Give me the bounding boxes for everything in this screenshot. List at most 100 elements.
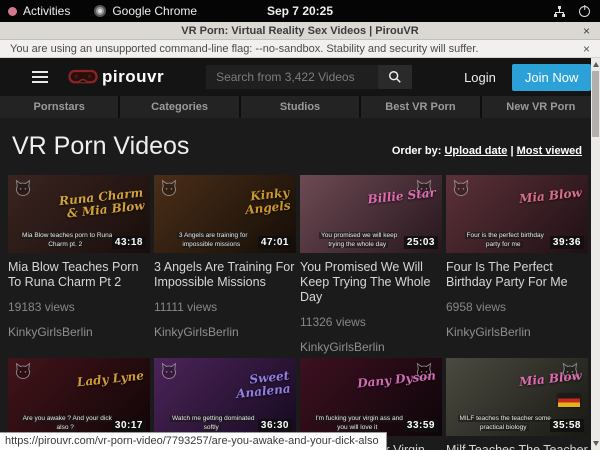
studio-link[interactable]: KinkyGirlsBerlin (446, 325, 588, 339)
view-count: 19183 views (8, 300, 150, 314)
studio-cat-mask-icon (451, 179, 471, 197)
warning-close-icon[interactable]: × (583, 42, 590, 56)
order-by-controls: Order by: Upload date | Most viewed (392, 145, 582, 161)
window-titlebar: VR Porn: Virtual Reality Sex Videos | Pi… (0, 22, 600, 40)
studio-cat-mask-icon (13, 362, 33, 380)
system-top-bar: Activities Google Chrome Sep 7 20:25 (0, 0, 600, 22)
thumbnail-performer-name: Sweet Analena (201, 369, 291, 403)
duration-badge: 43:18 (112, 236, 146, 249)
browser-viewport: pirouvr Login Join Now Pornstars Categor… (0, 58, 600, 450)
german-flag-icon (558, 394, 580, 407)
duration-badge: 36:30 (258, 419, 292, 432)
nav-item-new-vr-porn[interactable]: New VR Porn (482, 96, 600, 118)
video-title[interactable]: Milf Teaches The Teacher Some Practical … (446, 443, 588, 450)
studio-cat-mask-icon (13, 179, 33, 197)
video-card[interactable]: Mia Blow Four is the perfect birthday pa… (446, 175, 588, 354)
duration-badge: 25:03 (404, 236, 438, 249)
nav-item-pornstars[interactable]: Pornstars (0, 96, 118, 118)
scrollbar-down-arrow-icon[interactable] (593, 441, 599, 446)
menu-hamburger-icon[interactable] (32, 71, 48, 83)
focused-app-label: Google Chrome (112, 4, 197, 18)
thumbnail-caption: Four is the perfect birthday party for m… (457, 231, 551, 251)
studio-cat-mask-icon (159, 179, 179, 197)
activities-button[interactable]: Activities (23, 4, 70, 18)
video-title[interactable]: Four Is The Perfect Birthday Party For M… (446, 260, 588, 290)
order-by-upload-date-link[interactable]: Upload date (444, 145, 507, 157)
duration-badge: 30:17 (112, 419, 146, 432)
duration-badge: 39:36 (550, 236, 584, 249)
thumbnail-caption: Mia Blow teaches porn to Runa Charm pt. … (19, 231, 113, 251)
nav-item-studios[interactable]: Studios (241, 96, 359, 118)
nav-item-best-vr-porn[interactable]: Best VR Porn (361, 96, 479, 118)
thumbnail-caption: You promised we will keep trying the who… (311, 231, 405, 251)
chrome-warning-bar: You are using an unsupported command-lin… (0, 40, 600, 58)
clock[interactable]: Sep 7 20:25 (0, 4, 600, 18)
video-thumbnail[interactable]: Runa Charm & Mia Blow Mia Blow teaches p… (8, 175, 150, 253)
studio-link[interactable]: KinkyGirlsBerlin (8, 325, 150, 339)
view-count: 11326 views (300, 315, 442, 329)
duration-badge: 47:01 (258, 236, 292, 249)
video-thumbnail[interactable]: Mia Blow Four is the perfect birthday pa… (446, 175, 588, 253)
thumbnail-performer-name: Dany Dyson (348, 369, 437, 391)
studio-cat-mask-icon (159, 362, 179, 380)
video-card[interactable]: Mia Blow MILF teaches the teacher some p… (446, 358, 588, 450)
site-logo[interactable]: pirouvr (68, 67, 164, 87)
nav-item-categories[interactable]: Categories (120, 96, 238, 118)
video-title[interactable]: You Promised We Will Keep Trying The Who… (300, 260, 442, 305)
main-nav: Pornstars Categories Studios Best VR Por… (0, 96, 600, 118)
video-thumbnail[interactable]: Billie Star You promised we will keep tr… (300, 175, 442, 253)
thumbnail-caption: I'm fucking your virgin ass and you will… (311, 414, 405, 434)
video-grid: Runa Charm & Mia Blow Mia Blow teaches p… (8, 175, 596, 450)
order-by-most-viewed-link[interactable]: Most viewed (517, 145, 582, 157)
video-card[interactable]: Runa Charm & Mia Blow Mia Blow teaches p… (8, 175, 150, 354)
recording-indicator-icon (8, 7, 17, 16)
power-icon[interactable] (579, 6, 590, 17)
video-title[interactable]: 3 Angels Are Training For Impossible Mis… (154, 260, 296, 290)
window-title: VR Porn: Virtual Reality Sex Videos | Pi… (0, 25, 600, 37)
search-button[interactable] (378, 65, 412, 89)
network-icon[interactable] (554, 6, 565, 17)
thumbnail-performer-name: Kinky Angels (201, 186, 291, 220)
scrollbar-thumb[interactable] (592, 71, 599, 137)
view-count: 6958 views (446, 300, 588, 314)
video-card[interactable]: Billie Star You promised we will keep tr… (300, 175, 442, 354)
studio-link[interactable]: KinkyGirlsBerlin (154, 325, 296, 339)
video-thumbnail[interactable]: Sweet Analena Watch me getting dominated… (154, 358, 296, 436)
join-now-button[interactable]: Join Now (512, 64, 591, 91)
duration-badge: 35:58 (550, 419, 584, 432)
view-count: 11111 views (154, 300, 296, 314)
duration-badge: 33:59 (404, 419, 438, 432)
page-title: VR Porn Videos (12, 132, 189, 161)
thumbnail-performer-name: Mia Blow (494, 369, 583, 391)
video-thumbnail[interactable]: Kinky Angels 3 Angels are training for i… (154, 175, 296, 253)
thumbnail-caption: Are you awake ? And your dick also ? (19, 414, 113, 434)
chrome-icon (94, 5, 106, 17)
video-title[interactable]: Mia Blow Teaches Porn To Runa Charm Pt 2 (8, 260, 150, 290)
window-close-icon[interactable]: × (583, 24, 600, 38)
vr-goggles-icon (68, 69, 98, 85)
thumbnail-performer-name: Mia Blow (494, 186, 583, 208)
thumbnail-performer-name: Lady Lyne (56, 369, 145, 391)
site-logo-text: pirouvr (102, 67, 164, 87)
focused-app-menu[interactable]: Google Chrome (94, 4, 197, 18)
thumbnail-caption: 3 Angels are training for impossible mis… (165, 231, 259, 251)
login-link[interactable]: Login (464, 70, 496, 85)
thumbnail-performer-name: Billie Star (348, 186, 437, 208)
video-thumbnail[interactable]: Lady Lyne Are you awake ? And your dick … (8, 358, 150, 436)
scrollbar-up-arrow-icon[interactable] (593, 62, 599, 67)
video-thumbnail[interactable]: Mia Blow MILF teaches the teacher some p… (446, 358, 588, 436)
search-bar (206, 65, 412, 89)
thumbnail-caption: Watch me getting dominated softly (165, 414, 259, 434)
search-icon (388, 70, 402, 84)
search-input[interactable] (206, 65, 378, 89)
site-header: pirouvr Login Join Now (0, 58, 600, 96)
video-card[interactable]: Kinky Angels 3 Angels are training for i… (154, 175, 296, 354)
studio-link[interactable]: KinkyGirlsBerlin (300, 340, 442, 354)
order-separator: | (510, 145, 513, 157)
vertical-scrollbar[interactable] (591, 58, 600, 450)
warning-text: You are using an unsupported command-lin… (10, 43, 478, 55)
status-bar-url: https://pirouvr.com/vr-porn-video/779325… (0, 432, 387, 450)
order-by-label: Order by: (392, 145, 442, 157)
page-content: VR Porn Videos Order by: Upload date | M… (0, 118, 600, 450)
video-thumbnail[interactable]: Dany Dyson I'm fucking your virgin ass a… (300, 358, 442, 436)
